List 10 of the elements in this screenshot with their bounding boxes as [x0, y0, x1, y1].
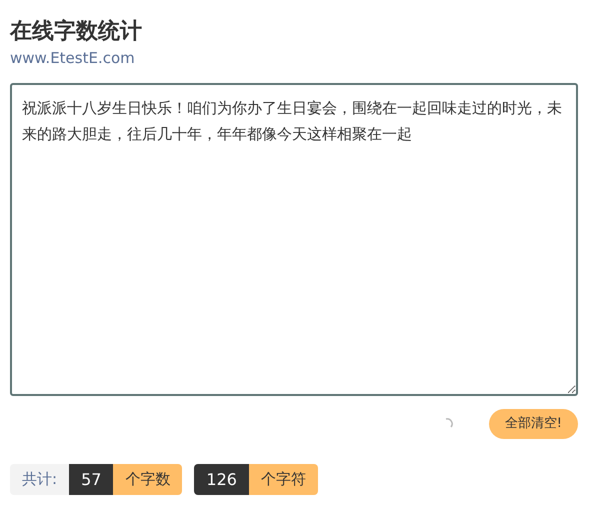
site-url: www.EtestE.com — [10, 48, 135, 68]
page-title: 在线字数统计 — [10, 18, 142, 46]
loading-spinner-icon — [444, 418, 454, 430]
count-unit: 个字符 — [248, 464, 318, 495]
count-value: 126 — [194, 464, 249, 495]
count-unit: 个字数 — [113, 464, 182, 495]
clear-all-button[interactable]: 全部清空! — [488, 409, 578, 439]
total-label: 共计: — [10, 464, 70, 495]
count-value: 57 — [69, 464, 114, 495]
text-input-field[interactable]: 祝派派十八岁生日快乐！咱们为你办了生日宴会，围绕在一起回味走过的时光，未来的路大胆走，往后几十年，年年都像今天这样相聚在一起 — [10, 83, 578, 396]
